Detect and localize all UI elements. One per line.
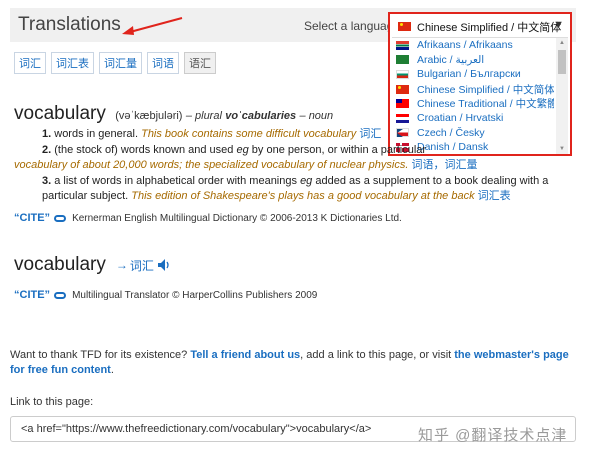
senses-list: 1. words in general. This book contains …	[14, 127, 592, 205]
sense-example: This book contains some difficult vocabu…	[141, 128, 357, 140]
sense-translation[interactable]: 词汇	[359, 128, 381, 140]
scroll-thumb[interactable]	[558, 50, 566, 74]
language-selected-label: Chinese Simplified / 中文简体	[417, 21, 562, 34]
translation-link[interactable]: 词汇	[130, 257, 154, 274]
tab-ciyu[interactable]: 词语	[147, 52, 179, 74]
scroll-up-icon[interactable]: ▲	[556, 38, 568, 48]
ar-flag-icon	[396, 55, 409, 65]
language-option[interactable]: Bulgarian / Български	[392, 67, 554, 82]
language-option-label: Arabic / العربية	[417, 53, 485, 66]
annotation-arrow-icon	[122, 17, 183, 35]
thanks-text: Want to thank TFD for its existence?	[10, 349, 188, 361]
sense-translation[interactable]: 词汇表	[478, 190, 511, 202]
sense-number: 3.	[42, 174, 52, 187]
cite-button[interactable]: “CITE”	[14, 289, 50, 301]
citation-row: “CITE” Multilingual Translator © HarperC…	[14, 289, 317, 301]
tab-yuhui[interactable]: 语汇	[184, 52, 216, 74]
language-selected[interactable]: Chinese Simplified / 中文简体 ▼	[392, 16, 568, 38]
sense-text: words in general.	[54, 128, 139, 140]
za-flag-icon	[396, 40, 409, 50]
dropdown-caret-icon[interactable]: ▼	[553, 19, 564, 31]
sense-translation[interactable]: 词语，词汇量	[411, 159, 477, 171]
link-label: Link to this page:	[10, 396, 94, 408]
citation-source: Kernerman English Multilingual Dictionar…	[72, 212, 402, 224]
citation-row: “CITE” Kernerman English Multilingual Di…	[14, 212, 402, 224]
language-option-label: Chinese Simplified / 中文简体	[417, 83, 554, 96]
tab-cihuiliang[interactable]: 词汇量	[99, 52, 142, 74]
plural-prefix: – plural	[185, 110, 222, 122]
language-option[interactable]: Arabic / العربية	[392, 53, 554, 68]
language-option[interactable]: Chinese Simplified / 中文简体	[392, 82, 554, 97]
tab-cihuibiao[interactable]: 词汇表	[51, 52, 94, 74]
arrow-indicator: →	[115, 258, 128, 272]
cite-button[interactable]: “CITE”	[14, 212, 50, 224]
language-option[interactable]: Afrikaans / Afrikaans	[392, 38, 554, 53]
eg-marker: eg	[300, 174, 313, 187]
cn-flag-icon	[396, 84, 409, 94]
link-icon[interactable]	[54, 214, 67, 222]
language-option-label: Afrikaans / Afrikaans	[417, 39, 513, 52]
watermark: 知乎 @翻译技术点津	[418, 427, 568, 444]
plural-form: voˈcabularies	[225, 110, 297, 122]
sense-text: (the stock of) words known and used	[54, 143, 234, 156]
headword: vocabulary	[14, 103, 106, 124]
thanks-paragraph: Want to thank TFD for its existence? Tel…	[10, 348, 570, 378]
part-of-speech: – noun	[299, 110, 334, 122]
tell-friend-link[interactable]: Tell a friend about us	[190, 349, 300, 361]
sense-example: This edition of Shakespeare's plays has …	[131, 190, 475, 202]
sense-2: 2. (the stock of) words known and used e…	[14, 143, 592, 174]
dictionary-entry: vocabulary (vəˈkæbjuləri) – plural voˈca…	[14, 103, 594, 202]
translator-entry: vocabulary → 词汇	[14, 254, 171, 276]
pronunciation: (vəˈkæbjuləri)	[115, 110, 183, 122]
thanks-text: .	[110, 364, 114, 376]
language-option-label: Bulgarian / Български	[417, 68, 521, 81]
sense-3: 3. a list of words in alphabetical order…	[42, 174, 592, 205]
thanks-text: , add a link to this page, or visit	[300, 349, 452, 361]
citation-source: Multilingual Translator © HarperCollins …	[72, 289, 318, 301]
headword: vocabulary	[14, 254, 106, 275]
sense-example: vocabulary of about 20,000 words; the sp…	[14, 159, 409, 171]
sense-text: a list of words in alphabetical order wi…	[54, 174, 297, 187]
page-title: Translations	[18, 14, 121, 35]
speaker-icon[interactable]	[157, 258, 171, 272]
sense-1: 1. words in general. This book contains …	[42, 127, 592, 143]
translation-tabs: 词汇 词汇表 词汇量 词语 语汇	[14, 52, 216, 74]
cn-flag-icon	[398, 22, 411, 31]
eg-marker: eg	[236, 143, 249, 156]
sense-number: 2.	[42, 143, 52, 156]
link-icon[interactable]	[54, 291, 67, 299]
sense-text: by one person, or within a particular	[251, 143, 427, 156]
tab-cihui[interactable]: 词汇	[14, 52, 46, 74]
sense-number: 1.	[42, 128, 52, 140]
bg-flag-icon	[396, 69, 409, 79]
